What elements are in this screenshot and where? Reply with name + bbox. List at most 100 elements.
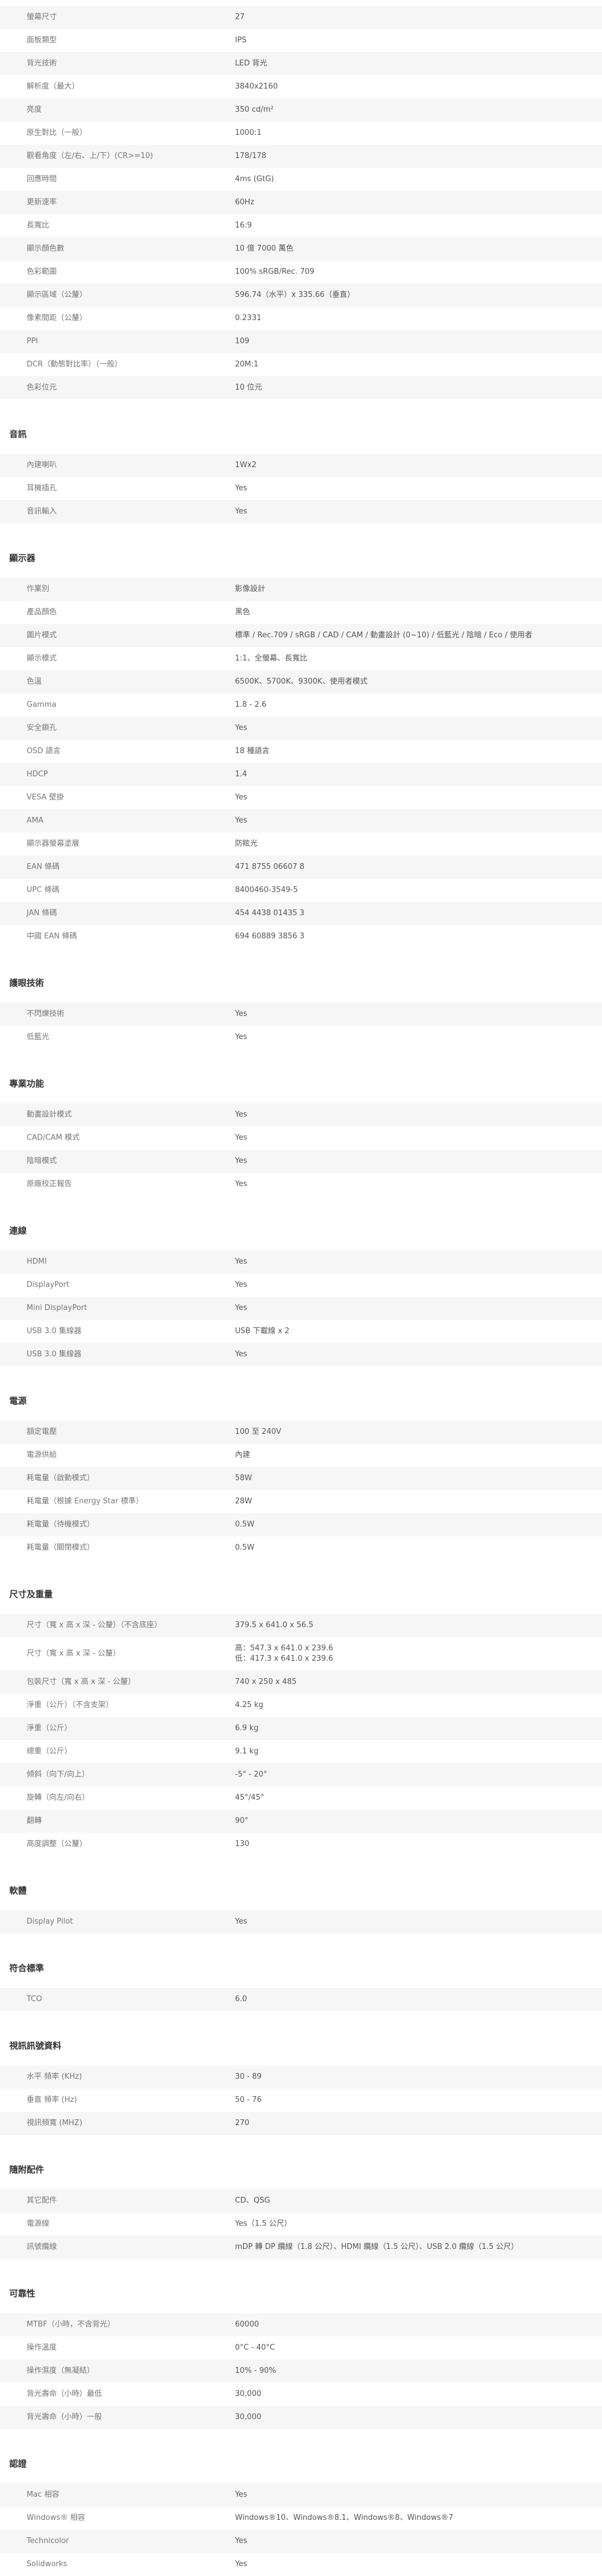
spec-label: Technicolor <box>27 2537 69 2545</box>
spec-value: 27 <box>235 13 245 21</box>
spec-table: 不閃爍技術 Yes 低藍光 Yes <box>0 1003 602 1049</box>
spec-label: 水平 頻率 (KHz) <box>27 2072 82 2081</box>
spec-value: 100% sRGB/Rec. 709 <box>235 267 315 276</box>
spec-label: 顯示器螢幕塗層 <box>27 839 80 848</box>
spec-value: 1.8 - 2.6 <box>235 700 267 709</box>
spec-value: Yes <box>235 1033 247 1041</box>
spec-label: Mac 相容 <box>27 2490 60 2499</box>
spec-value: Yes（1.5 公尺） <box>235 2219 292 2228</box>
spec-row: 安全鎖孔 Yes <box>0 717 602 740</box>
spec-value: 109 <box>235 337 249 346</box>
spec-label: Solidworks <box>27 2560 67 2568</box>
spec-row: 回應時間 4ms (GtG) <box>0 168 602 191</box>
spec-value: Yes <box>235 2490 247 2499</box>
spec-label: 顯示區域（公釐） <box>27 291 87 299</box>
section-title: 專業功能 <box>9 1078 45 1089</box>
spec-row: DisplayPort Yes <box>0 1274 602 1297</box>
spec-row: 耗電量（關閉模式） 0.5W <box>0 1536 602 1559</box>
spec-label: 額定電壓 <box>27 1428 57 1436</box>
spec-label: Gamma <box>27 700 57 709</box>
spec-label: 原生對比（一般） <box>27 129 87 137</box>
spec-value: 防眩光 <box>235 839 258 848</box>
spec-row: Technicolor Yes <box>0 2530 602 2553</box>
spec-value: 100 至 240V <box>235 1428 281 1436</box>
spec-row: 水平 頻率 (KHz) 30 - 89 <box>0 2065 602 2089</box>
spec-value: Yes <box>235 1257 247 1266</box>
spec-table: 尺寸（寬 x 高 x 深 - 公釐）（不含底座） 379.5 x 641.0 x … <box>0 1614 602 1856</box>
spec-row: 色彩位元 10 位元 <box>0 376 602 399</box>
spec-label: 尺寸（寬 x 高 x 深 - 公釐） <box>27 1649 120 1658</box>
spec-label: 背光技術 <box>27 59 57 68</box>
spec-label: UPC 條碼 <box>27 886 60 894</box>
spec-row: 傾斜（向下/向上） -5° - 20° <box>0 1763 602 1786</box>
spec-row: 操作溫度 0°C - 40°C <box>0 2336 602 2360</box>
spec-table: 水平 頻率 (KHz) 30 - 89 垂直 頻率 (Hz) 50 - 76 視訊頻寬 … <box>0 2065 602 2135</box>
spec-label: 淨重（公斤）（不含支架） <box>27 1701 113 1709</box>
spec-row: 陰暗模式 Yes <box>0 1150 602 1173</box>
spec-section: 音訊 內建喇叭 1Wx2 耳機插孔 Yes 音訊輸入 Yes <box>0 399 602 523</box>
spec-label: 動畫設計模式 <box>27 1110 72 1119</box>
spec-value: 0.5W <box>235 1520 255 1529</box>
section-title: 視訊訊號資料 <box>9 2041 62 2051</box>
spec-label: 其它配件 <box>27 2196 57 2205</box>
spec-row: 顯示顏色數 10 億 7000 萬色 <box>0 237 602 260</box>
spec-value: 50 - 76 <box>235 2096 262 2104</box>
spec-row: VESA 壁掛 Yes <box>0 786 602 809</box>
spec-value: Yes <box>235 507 247 516</box>
spec-value: 60Hz <box>235 198 255 207</box>
spec-value: LED 背光 <box>235 59 267 68</box>
spec-value: Yes <box>235 1133 247 1142</box>
spec-row: 內建喇叭 1Wx2 <box>0 454 602 477</box>
spec-table: Mac 相容 Yes Windows® 相容 Windows®10、Windows®8… <box>0 2483 602 2576</box>
spec-value: Yes <box>235 1180 247 1188</box>
spec-row: 耗電量（啟動模式） 58W <box>0 1467 602 1490</box>
spec-row: 不閃爍技術 Yes <box>0 1003 602 1026</box>
spec-value: 內建 <box>235 1451 251 1459</box>
spec-label: 低藍光 <box>27 1033 50 1041</box>
spec-row: 作業別 影像設計 <box>0 578 602 601</box>
spec-row: 耗電量（根據 Energy Star 標準） 28W <box>0 1490 602 1513</box>
spec-value: 45°/45° <box>235 1793 265 1802</box>
spec-row: HDMI Yes <box>0 1250 602 1274</box>
spec-value: CD、QSG <box>235 2196 270 2205</box>
spec-value: 350 cd/m² <box>235 105 274 114</box>
spec-row: PPI 109 <box>0 330 602 353</box>
section-title: 認證 <box>9 2458 27 2469</box>
spec-row: 淨重（公斤） 6.9 kg <box>0 1717 602 1740</box>
spec-value: 黑色 <box>235 608 251 617</box>
spec-label: DCR（動態對比率）（一般） <box>27 360 122 369</box>
spec-label: 不閃爍技術 <box>27 1010 65 1018</box>
spec-row: 旋轉（向左/向右） 45°/45° <box>0 1786 602 1810</box>
section-title: 電源 <box>9 1396 27 1406</box>
spec-row: 面板類型 IPS <box>0 29 602 52</box>
spec-value: Yes <box>235 816 247 825</box>
spec-row: 尺寸（寬 x 高 x 深 - 公釐）（不含底座） 379.5 x 641.0 x … <box>0 1614 602 1637</box>
spec-row: Mac 相容 Yes <box>0 2483 602 2507</box>
spec-row: 像素間距（公釐） 0.2331 <box>0 307 602 330</box>
spec-row: 垂直 頻率 (Hz) 50 - 76 <box>0 2089 602 2112</box>
spec-row: 背光壽命（小時）一般 30,000 <box>0 2406 602 2429</box>
spec-row: 電源供給 內建 <box>0 1444 602 1467</box>
spec-table: Display Pilot Yes <box>0 1910 602 1933</box>
spec-value: 30,000 <box>235 2413 262 2421</box>
spec-value: 178/178 <box>235 152 267 160</box>
spec-value: Windows®10、Windows®8.1、Windows®8、Windows… <box>235 2513 453 2522</box>
spec-row: MTBF（小時，不含背光） 60000 <box>0 2313 602 2336</box>
spec-value: Yes <box>235 2537 247 2545</box>
spec-label: 色彩範圍 <box>27 267 57 276</box>
spec-label: 螢幕尺寸 <box>27 13 57 21</box>
spec-label: VESA 壁掛 <box>27 793 64 802</box>
spec-label: 耗電量（待機模式） <box>27 1520 95 1529</box>
spec-value: USB 下載線 x 2 <box>235 1327 290 1335</box>
spec-section: 認證 Mac 相容 Yes Windows® 相容 Windows®10、Windows… <box>0 2429 602 2576</box>
spec-row: Display Pilot Yes <box>0 1910 602 1933</box>
spec-table: TCO 6.0 <box>0 1988 602 2011</box>
spec-label: TCO <box>27 1995 42 2003</box>
spec-value: 9.1 kg <box>235 1747 259 1756</box>
spec-label: CAD/CAM 模式 <box>27 1133 80 1142</box>
spec-label: JAN 條碼 <box>27 909 57 918</box>
spec-section: 可靠性 MTBF（小時，不含背光） 60000 操作溫度 0°C - 40°C 操作濕度（… <box>0 2259 602 2429</box>
spec-value: -5° - 20° <box>235 1770 267 1779</box>
spec-label: 訊號纜線 <box>27 2243 57 2251</box>
spec-label: MTBF（小時，不含背光） <box>27 2320 115 2329</box>
